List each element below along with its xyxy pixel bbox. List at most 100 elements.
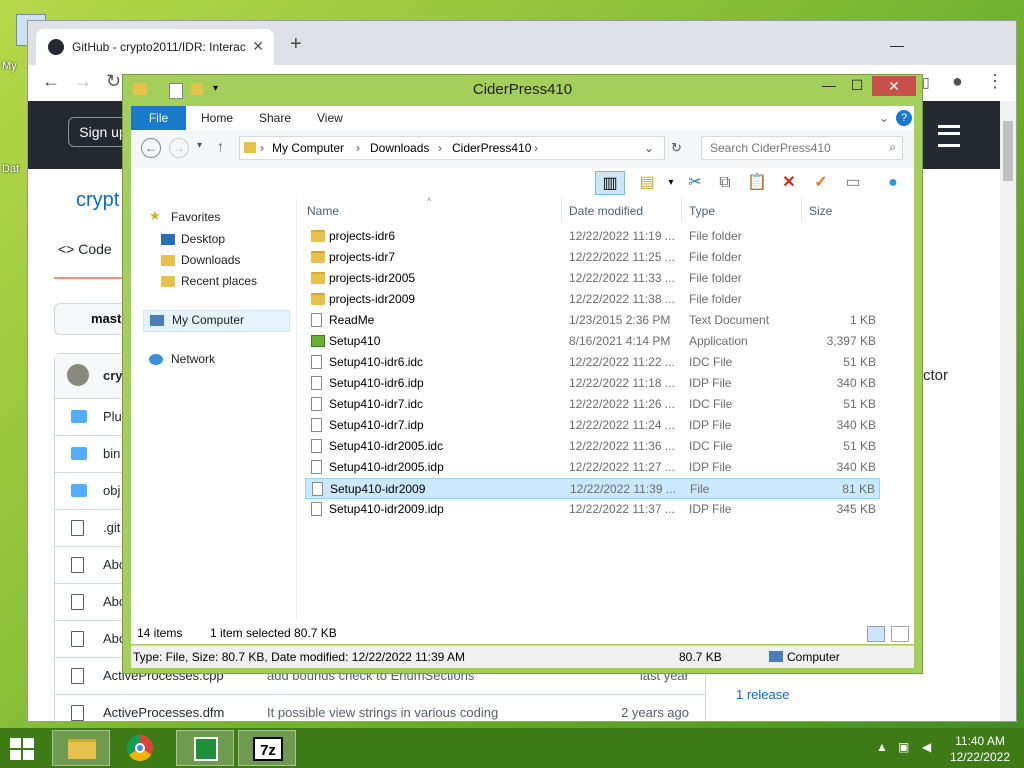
taskbar-7zip[interactable]: 7z bbox=[238, 730, 296, 766]
taskbar-chrome[interactable] bbox=[112, 730, 170, 766]
folder-options-icon[interactable]: ▤ bbox=[635, 171, 659, 195]
taskbar-store[interactable] bbox=[176, 730, 234, 766]
tab-share[interactable]: Share bbox=[259, 106, 291, 130]
column-headers: Name ^ Date modified Type Size bbox=[297, 196, 914, 224]
file-row[interactable]: projects-idr2005 12/22/2022 11:33 ... File… bbox=[305, 268, 880, 289]
globe-icon[interactable]: ● bbox=[881, 171, 905, 195]
rename-icon[interactable]: ▭ bbox=[841, 171, 865, 195]
commit-message[interactable]: It possible view strings in various codi… bbox=[267, 705, 498, 720]
file-name[interactable]: ActiveProcesses.dfm bbox=[103, 705, 224, 720]
check-icon[interactable]: ✓ bbox=[809, 171, 833, 195]
file-row[interactable]: Setup410-idr2009 12/22/2022 11:39 ... File… bbox=[305, 478, 880, 499]
reload-icon[interactable]: ↻ bbox=[106, 71, 121, 92]
preview-pane-icon[interactable]: ▥ bbox=[595, 171, 625, 195]
file-row[interactable]: Setup410 8/16/2021 4:14 PM Application 3,39… bbox=[305, 331, 880, 352]
tab-file[interactable]: File bbox=[131, 106, 186, 130]
nav-my-computer-row[interactable]: My Computer bbox=[143, 310, 290, 332]
file-row[interactable]: projects-idr6 12/22/2022 11:19 ... File fo… bbox=[305, 226, 880, 247]
avatar bbox=[67, 364, 89, 386]
file-type: File folder bbox=[689, 229, 742, 243]
address-field[interactable]: › My Computer › Downloads › CiderPress41… bbox=[239, 136, 665, 160]
file-type: File bbox=[690, 482, 710, 496]
paste-icon[interactable]: 📋 bbox=[745, 171, 769, 195]
maximize-button[interactable]: ☐ bbox=[843, 77, 871, 97]
delete-icon[interactable]: ✕ bbox=[777, 171, 801, 195]
minimize-button[interactable]: — bbox=[890, 37, 904, 53]
volume-icon[interactable]: ◀ bbox=[922, 740, 931, 754]
nav-favorites[interactable]: Favorites bbox=[171, 210, 220, 224]
tab-view[interactable]: View bbox=[317, 106, 343, 130]
file-size: 1 KB bbox=[849, 313, 876, 327]
up-icon[interactable]: ↑ bbox=[217, 138, 224, 154]
file-row[interactable]: Setup410-idr7.idc 12/22/2022 11:26 ... IDC… bbox=[305, 394, 880, 415]
column-type[interactable]: Type bbox=[689, 204, 715, 218]
file-name[interactable]: Plu bbox=[103, 409, 122, 424]
large-icons-view-icon[interactable] bbox=[891, 626, 909, 642]
file-icon bbox=[311, 418, 322, 432]
file-row[interactable]: Setup410-idr2005.idc 12/22/2022 11:36 ...… bbox=[305, 436, 880, 457]
forward-icon[interactable]: → bbox=[74, 71, 92, 92]
column-name[interactable]: Name bbox=[307, 204, 339, 218]
file-icon bbox=[311, 460, 322, 474]
copy-icon[interactable]: ⧉ bbox=[713, 171, 737, 195]
show-hidden-icons[interactable]: ▲ bbox=[876, 740, 888, 754]
breadcrumb[interactable]: CiderPress410 bbox=[452, 141, 531, 155]
help-icon[interactable]: ? bbox=[896, 110, 912, 126]
back-icon[interactable]: ← bbox=[42, 71, 60, 92]
folder-icon bbox=[71, 410, 87, 423]
column-date[interactable]: Date modified bbox=[569, 204, 643, 218]
file-name[interactable]: bin bbox=[103, 446, 120, 461]
file-row[interactable]: Setup410-idr7.idp 12/22/2022 11:24 ... IDP… bbox=[305, 415, 880, 436]
clock[interactable]: 11:40 AM 12/22/2022 bbox=[950, 733, 1010, 765]
tab-close-icon[interactable]: ✕ bbox=[252, 38, 264, 55]
file-name[interactable]: obj bbox=[103, 483, 120, 498]
table-row[interactable]: ActiveProcesses.dfm It possible view stri… bbox=[55, 694, 705, 721]
recent-locations-icon[interactable]: ▾ bbox=[197, 140, 202, 151]
options-dropdown-icon[interactable]: ▾ bbox=[659, 171, 683, 195]
cut-icon[interactable]: ✂ bbox=[683, 171, 707, 195]
nav-downloads[interactable]: Downloads bbox=[181, 253, 240, 267]
expand-ribbon-icon[interactable]: ⌄ bbox=[879, 106, 889, 130]
tab-code[interactable]: <> Code bbox=[58, 241, 112, 257]
network-tray-icon[interactable]: ▣ bbox=[898, 740, 909, 754]
start-button[interactable] bbox=[10, 738, 36, 760]
breadcrumb[interactable]: My Computer bbox=[272, 141, 344, 155]
file-type: File folder bbox=[689, 271, 742, 285]
file-row[interactable]: Setup410-idr2009.idp 12/22/2022 11:37 ...… bbox=[305, 499, 880, 520]
address-dropdown-icon[interactable]: ⌄ bbox=[644, 141, 654, 155]
profile-icon[interactable]: ● bbox=[952, 71, 963, 92]
details-view-icon[interactable] bbox=[867, 626, 885, 642]
nav-network[interactable]: Network bbox=[171, 352, 215, 366]
file-name[interactable]: .git bbox=[103, 520, 120, 535]
close-button[interactable]: ✕ bbox=[872, 76, 916, 96]
column-size[interactable]: Size bbox=[809, 204, 832, 218]
folder-icon bbox=[311, 293, 325, 305]
release-link[interactable]: 1 release bbox=[736, 687, 789, 702]
nav-recent-places[interactable]: Recent places bbox=[181, 274, 257, 288]
status-item-count: 14 items bbox=[137, 626, 183, 640]
repo-title[interactable]: crypt bbox=[76, 189, 119, 212]
browser-tab[interactable]: GitHub - crypto2011/IDR: Interac ✕ bbox=[36, 29, 274, 65]
hamburger-icon[interactable] bbox=[938, 125, 960, 147]
file-row[interactable]: Setup410-idr6.idc 12/22/2022 11:22 ... IDC… bbox=[305, 352, 880, 373]
search-input[interactable]: Search CiderPress410 ⌕ bbox=[701, 136, 903, 160]
new-tab-button[interactable]: + bbox=[290, 33, 302, 56]
menu-icon[interactable]: ⋮ bbox=[986, 71, 1004, 92]
breadcrumb[interactable]: Downloads bbox=[370, 141, 429, 155]
forward-icon[interactable]: → bbox=[169, 138, 189, 158]
file-row[interactable]: Setup410-idr6.idp 12/22/2022 11:18 ... IDP… bbox=[305, 373, 880, 394]
file-row[interactable]: ReadMe 1/23/2015 2:36 PM Text Document 1 KB bbox=[305, 310, 880, 331]
back-icon[interactable]: ← bbox=[141, 138, 161, 158]
nav-desktop[interactable]: Desktop bbox=[181, 232, 225, 246]
browser-scrollbar[interactable] bbox=[1000, 101, 1016, 721]
tab-home[interactable]: Home bbox=[201, 106, 233, 130]
file-row[interactable]: Setup410-idr2005.idp 12/22/2022 11:27 ...… bbox=[305, 457, 880, 478]
minimize-button[interactable]: — bbox=[815, 77, 843, 97]
refresh-icon[interactable]: ↻ bbox=[671, 140, 682, 156]
file-type: IDC File bbox=[689, 397, 733, 411]
taskbar-file-explorer[interactable] bbox=[52, 730, 110, 766]
file-type: IDC File bbox=[689, 439, 733, 453]
file-row[interactable]: projects-idr2009 12/22/2022 11:38 ... File… bbox=[305, 289, 880, 310]
file-row[interactable]: projects-idr7 12/22/2022 11:25 ... File fo… bbox=[305, 247, 880, 268]
sidepanel-icon[interactable]: ▯ bbox=[922, 74, 930, 91]
